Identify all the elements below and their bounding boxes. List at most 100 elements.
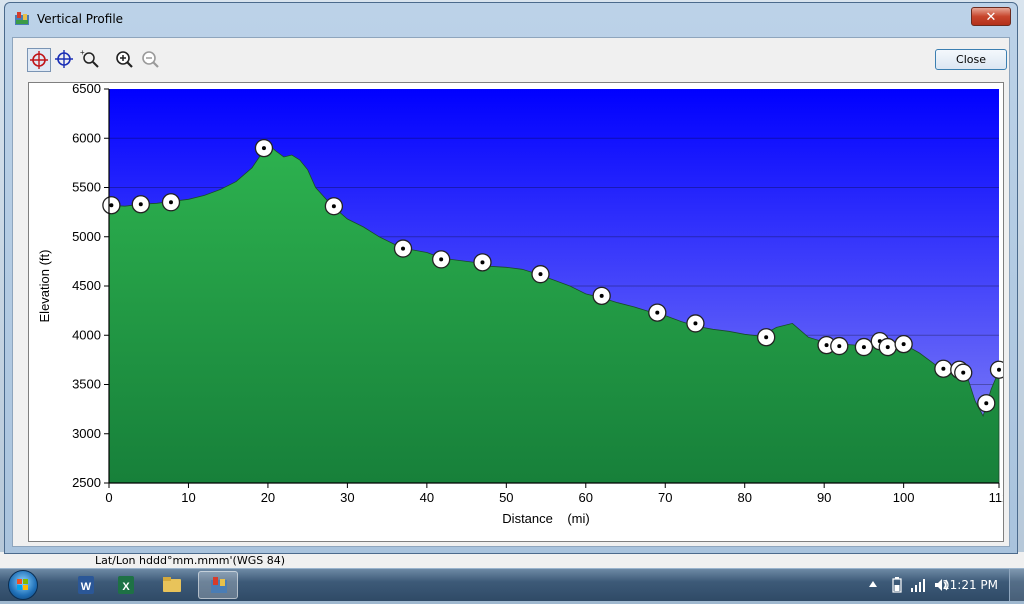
waypoint-dot (997, 367, 1001, 372)
network-signal-icon[interactable] (910, 577, 926, 593)
x-tick-label: 60 (579, 490, 593, 505)
waypoint-marker[interactable] (757, 328, 776, 347)
zoom-in-tool-button[interactable] (113, 48, 137, 72)
vertical-profile-window: Vertical Profile ✕ + Close 2500 3000 350… (4, 2, 1018, 554)
waypoint-dot (824, 343, 829, 348)
x-tick-label: 50 (499, 490, 513, 505)
mapping-app-icon (211, 577, 227, 593)
x-tick-label: 20 (261, 490, 275, 505)
folder-icon (163, 577, 181, 592)
show-desktop-button[interactable] (1009, 569, 1024, 601)
taskbar: W X 11:21 PM (0, 568, 1024, 601)
taskbar-mapping-app-button[interactable] (198, 571, 238, 599)
waypoint-dot (480, 260, 485, 265)
x-tick-label: 10 (181, 490, 195, 505)
waypoint-dot (941, 366, 946, 371)
x-tick-label: 40 (420, 490, 434, 505)
taskbar-clock[interactable]: 11:21 PM (942, 578, 998, 592)
zoom-box-tool-button[interactable]: + (79, 48, 103, 72)
waypoint-marker[interactable] (324, 197, 344, 216)
window-close-button[interactable]: ✕ (971, 7, 1011, 26)
waypoint-marker[interactable] (131, 195, 150, 214)
x-tick-label: 70 (658, 490, 672, 505)
svg-text:W: W (81, 581, 92, 593)
battery-icon[interactable] (892, 577, 902, 593)
svg-text:+: + (80, 48, 85, 57)
waypoint-marker[interactable] (894, 334, 913, 354)
y-tick-label: 4000 (72, 327, 101, 342)
system-tray: 11:21 PM (824, 569, 1024, 601)
crosshair-blue-icon (55, 50, 73, 68)
waypoint-dot (693, 321, 698, 326)
close-button[interactable]: Close (935, 49, 1007, 70)
y-tick-label: 3000 (72, 426, 101, 441)
x-tick-label: 80 (737, 490, 751, 505)
word-icon: W (78, 576, 94, 594)
waypoint-marker[interactable] (432, 250, 451, 269)
y-tick-label: 6500 (72, 83, 101, 96)
y-tick-label: 5500 (72, 180, 101, 195)
zoom-out-tool-button[interactable] (139, 48, 163, 72)
waypoint-circle (989, 360, 1009, 379)
select-tool-button[interactable] (27, 48, 51, 72)
x-tick-label: 30 (340, 490, 354, 505)
waypoint-dot (837, 344, 842, 349)
taskbar-excel-button[interactable]: X (106, 571, 146, 599)
waypoint-marker[interactable] (954, 363, 973, 382)
waypoint-marker[interactable] (473, 253, 492, 272)
zoom-in-icon (116, 51, 133, 68)
app-icon (15, 12, 29, 25)
y-tick-label: 6000 (72, 130, 101, 145)
taskbar-explorer-button[interactable] (152, 571, 192, 599)
y-tick-label: 2500 (72, 475, 101, 490)
waypoint-marker[interactable] (934, 359, 953, 378)
x-axis-label: Distance (mi) (502, 511, 589, 526)
waypoint-marker[interactable] (854, 337, 874, 357)
y-tick-label: 5000 (72, 229, 101, 244)
crosshair-tool-button[interactable] (53, 48, 77, 72)
x-tick-label: 112 (989, 490, 1003, 505)
waypoint-dot (439, 257, 444, 262)
waypoint-marker[interactable] (254, 138, 274, 158)
windows-logo-icon (17, 579, 28, 590)
start-button[interactable] (8, 570, 38, 600)
waypoint-marker[interactable] (989, 360, 1009, 379)
y-axis-label: Elevation (ft) (37, 250, 52, 323)
waypoint-dot (961, 370, 966, 375)
waypoint-marker[interactable] (830, 336, 849, 356)
status-bar: Lat/Lon hddd°mm.mmm'(WGS 84) (0, 552, 1024, 568)
waypoint-dot (138, 202, 143, 207)
zoom-box-icon: + (80, 48, 99, 68)
zoom-out-icon (142, 51, 159, 68)
title-bar[interactable]: Vertical Profile ✕ (5, 3, 1017, 33)
tray-expand-icon[interactable] (868, 579, 878, 589)
window-title: Vertical Profile (37, 12, 124, 26)
crosshair-red-icon (30, 51, 48, 69)
waypoint-marker[interactable] (592, 286, 611, 306)
waypoint-marker[interactable] (102, 196, 121, 215)
x-tick-label: 100 (893, 490, 915, 505)
waypoint-marker[interactable] (393, 239, 413, 258)
waypoint-dot (901, 342, 906, 347)
profile-chart-frame: 2500 3000 3500 4000 4500 5000 5500 6000 6500 0 10 2… (28, 81, 1009, 542)
waypoint-marker[interactable] (161, 193, 181, 212)
waypoint-marker[interactable] (878, 337, 897, 357)
waypoint-dot (984, 401, 989, 406)
waypoint-dot (885, 345, 890, 350)
waypoint-dot (599, 293, 604, 298)
waypoint-marker[interactable] (686, 314, 705, 333)
waypoint-marker[interactable] (531, 265, 550, 284)
waypoint-marker[interactable] (977, 394, 996, 413)
waypoint-dot (655, 310, 660, 315)
waypoint-marker[interactable] (648, 303, 667, 322)
waypoint-dot (168, 200, 173, 205)
taskbar-word-button[interactable]: W (66, 571, 106, 599)
dialog-client-area: + Close 2500 3000 3500 4000 4500 5000 55… (12, 37, 1010, 547)
waypoint-dot (261, 146, 266, 151)
coordinate-format-label: Lat/Lon hddd°mm.mmm'(WGS 84) (95, 554, 285, 567)
x-tick-label: 0 (105, 490, 112, 505)
waypoint-dot (861, 345, 866, 350)
y-tick-label: 4500 (72, 278, 101, 293)
elevation-profile-chart[interactable]: 2500 3000 3500 4000 4500 5000 5500 6000 6500 0 10 2… (29, 81, 1009, 541)
waypoint-dot (764, 335, 769, 340)
